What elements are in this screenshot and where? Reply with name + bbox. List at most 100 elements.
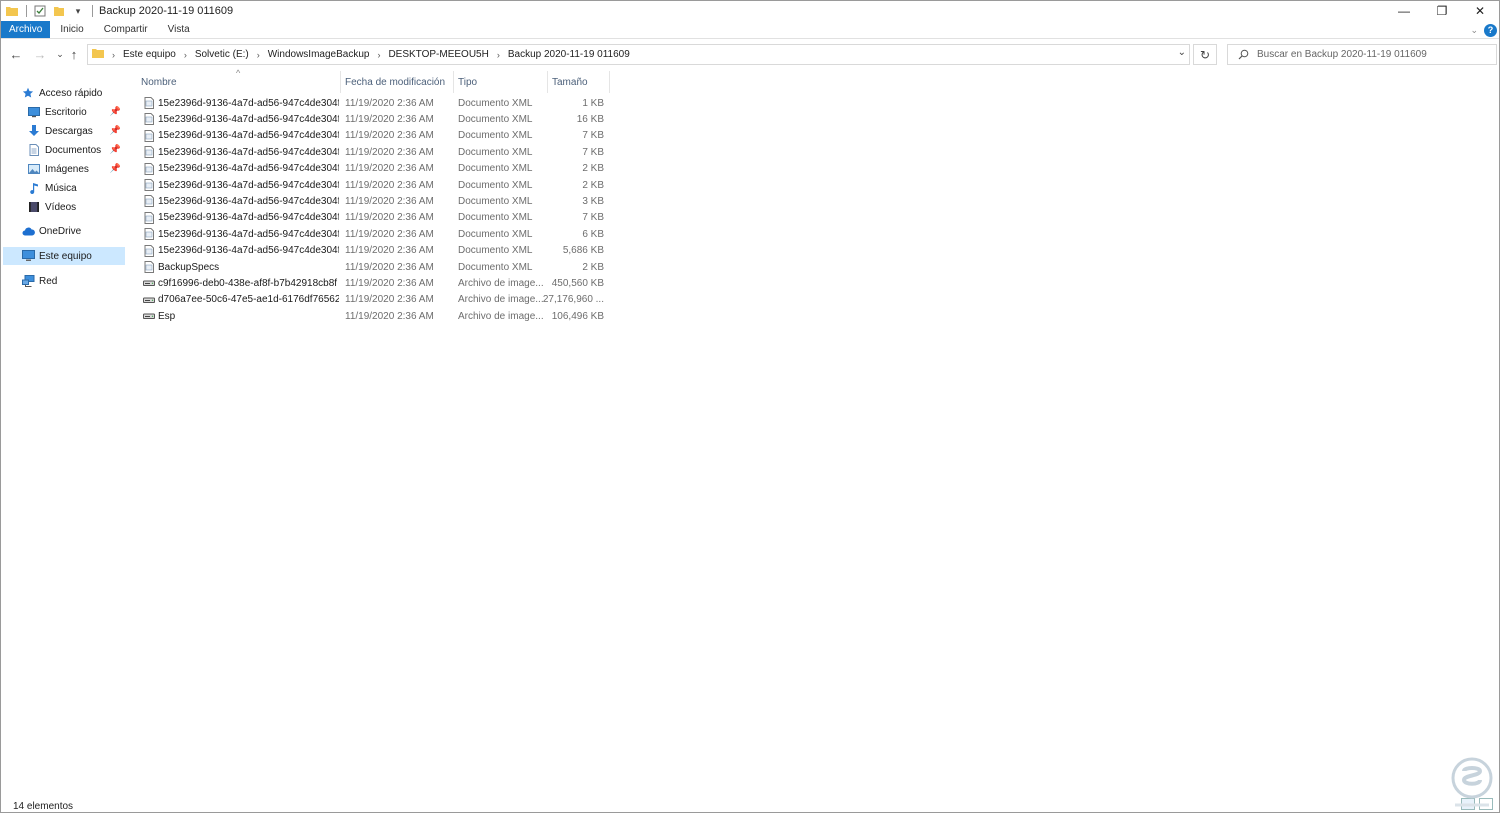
file-size: 2 KB [582,179,604,191]
file-name-cell[interactable]: Esp [143,308,339,324]
file-date: 11/19/2020 2:36 AM [345,310,434,322]
file-name-cell[interactable]: BackupSpecs [143,259,339,275]
chevron-right-icon[interactable]: › [377,50,380,60]
file-name-cell[interactable]: 15e2396d-9136-4a7d-ad56-947c4de304f7... [143,193,339,209]
breadcrumb-este-equipo[interactable]: Este equipo [123,49,176,60]
table-row[interactable]: 15e2396d-9136-4a7d-ad56-947c4de304f7... 1… [139,243,609,259]
file-name-cell[interactable]: 15e2396d-9136-4a7d-ad56-947c4de304f7... [143,177,339,193]
tab-archivo[interactable]: Archivo [1,21,51,38]
breadcrumb-windowsimagebackup[interactable]: WindowsImageBackup [268,49,370,60]
navigation-pane: Acceso rápido Escritorio 📌 Descargas 📌 D… [3,71,127,791]
sidebar-item-escritorio[interactable]: Escritorio 📌 [3,103,125,121]
table-row[interactable]: d706a7ee-50c6-47e5-ae1d-6176df765627 11/1… [139,292,609,308]
column-divider[interactable] [547,71,548,93]
column-divider[interactable] [340,71,341,93]
sidebar-item-videos[interactable]: Vídeos [3,198,125,216]
file-date: 11/19/2020 2:36 AM [345,195,434,207]
file-size: 27,176,960 ... [542,294,604,306]
file-size: 7 KB [582,146,604,158]
close-button[interactable]: ✕ [1461,1,1499,21]
ribbon-right: ⌄ ? [1470,21,1497,39]
table-row[interactable]: c9f16996-deb0-438e-af8f-b7b42918cb8f 11/1… [139,275,609,291]
customize-toolbar-icon[interactable]: ▾ [71,4,85,18]
address-bar[interactable]: › Este equipo › Solvetic (E:) › WindowsI… [87,44,1190,65]
file-name-cell[interactable]: 15e2396d-9136-4a7d-ad56-947c4de304f7... [143,210,339,226]
column-header-date[interactable]: Fecha de modificación [345,71,455,93]
expand-ribbon-icon[interactable]: ⌄ [1470,25,1478,36]
tab-vista[interactable]: Vista [158,21,200,38]
properties-icon[interactable] [33,4,47,18]
sidebar-item-red[interactable]: Red [3,272,125,290]
file-name-cell[interactable]: 15e2396d-9136-4a7d-ad56-947c4de304f7... [143,161,339,177]
new-folder-icon[interactable] [52,4,66,18]
column-header-type[interactable]: Tipo [458,71,550,93]
sidebar-item-imagenes[interactable]: Imágenes 📌 [3,160,125,178]
table-row[interactable]: 15e2396d-9136-4a7d-ad56-947c4de304f7... 1… [139,193,609,209]
file-name-cell[interactable]: 15e2396d-9136-4a7d-ad56-947c4de304f7... [143,243,339,259]
table-row[interactable]: 15e2396d-9136-4a7d-ad56-947c4de304f7... 1… [139,128,609,144]
chevron-right-icon[interactable]: › [497,50,500,60]
file-name: 15e2396d-9136-4a7d-ad56-947c4de304f7... [158,179,339,191]
table-row[interactable]: 15e2396d-9136-4a7d-ad56-947c4de304f7... 1… [139,111,609,127]
minimize-button[interactable]: — [1385,1,1423,21]
pictures-icon [27,162,41,176]
pin-icon[interactable]: 📌 [110,125,121,136]
forward-arrow-icon[interactable]: → [31,44,49,64]
tab-compartir[interactable]: Compartir [94,21,158,38]
column-header-name[interactable]: Nombre ^ [141,68,341,93]
chevron-down-icon[interactable]: ⌄ [1178,47,1186,58]
table-row[interactable]: 15e2396d-9136-4a7d-ad56-947c4de304f7... 1… [139,210,609,226]
column-divider[interactable] [609,71,610,93]
sidebar-item-acceso-rapido[interactable]: Acceso rápido [3,84,125,102]
column-header-size[interactable]: Tamaño [552,71,612,93]
file-size: 16 KB [576,113,604,125]
separator [26,5,27,17]
restore-button[interactable]: ❐ [1423,1,1461,21]
file-date: 11/19/2020 2:36 AM [345,261,434,273]
column-header-label: Tipo [458,76,478,88]
breadcrumb-solvetic[interactable]: Solvetic (E:) [195,49,249,60]
file-name-cell[interactable]: c9f16996-deb0-438e-af8f-b7b42918cb8f [143,275,339,291]
file-name-cell[interactable]: 15e2396d-9136-4a7d-ad56-947c4de304f7... [143,111,339,127]
chevron-right-icon[interactable]: › [257,50,260,60]
ribbon-tabs: Archivo Inicio Compartir Vista ⌄ ? [1,21,1499,39]
breadcrumb-desktop[interactable]: DESKTOP-MEEOU5H [388,49,488,60]
chevron-right-icon[interactable]: › [112,50,115,60]
sidebar-item-este-equipo[interactable]: Este equipo [3,247,125,265]
file-name-cell[interactable]: d706a7ee-50c6-47e5-ae1d-6176df765627 [143,292,339,308]
file-date: 11/19/2020 2:36 AM [345,97,434,109]
table-row[interactable]: 15e2396d-9136-4a7d-ad56-947c4de304f7... 1… [139,161,609,177]
table-row[interactable]: 15e2396d-9136-4a7d-ad56-947c4de304f7... 1… [139,95,609,111]
table-row[interactable]: Esp 11/19/2020 2:36 AM Archivo de image...… [139,308,609,324]
breadcrumb-backup[interactable]: Backup 2020-11-19 011609 [508,49,630,60]
xml-file-icon [143,211,155,224]
back-arrow-icon[interactable]: ← [7,44,25,64]
refresh-icon[interactable]: ↻ [1193,44,1217,65]
up-arrow-icon[interactable]: ↑ [65,44,83,64]
help-icon[interactable]: ? [1484,23,1497,37]
table-row[interactable]: 15e2396d-9136-4a7d-ad56-947c4de304f7... 1… [139,177,609,193]
file-name-cell[interactable]: 15e2396d-9136-4a7d-ad56-947c4de304f7... [143,144,339,160]
sidebar-item-documentos[interactable]: Documentos 📌 [3,141,125,159]
sidebar-item-descargas[interactable]: Descargas 📌 [3,122,125,140]
file-name-cell[interactable]: 15e2396d-9136-4a7d-ad56-947c4de304f7... [143,128,339,144]
pin-icon[interactable]: 📌 [110,163,121,174]
sidebar-item-label: Escritorio [45,106,87,118]
table-row[interactable]: 15e2396d-9136-4a7d-ad56-947c4de304f7... 1… [139,226,609,242]
search-icon [1238,49,1249,60]
sort-ascending-icon: ^ [236,68,241,78]
chevron-right-icon[interactable]: › [184,50,187,60]
sidebar-item-onedrive[interactable]: OneDrive [3,222,125,240]
file-name-cell[interactable]: 15e2396d-9136-4a7d-ad56-947c4de304f7... [143,226,339,242]
sidebar-item-label: Música [45,182,77,194]
pin-icon[interactable]: 📌 [110,106,121,117]
table-row[interactable]: 15e2396d-9136-4a7d-ad56-947c4de304f7... 1… [139,144,609,160]
tab-inicio[interactable]: Inicio [50,21,93,38]
pin-icon[interactable]: 📌 [110,144,121,155]
column-divider[interactable] [453,71,454,93]
table-row[interactable]: BackupSpecs 11/19/2020 2:36 AM Documento X… [139,259,609,275]
search-box[interactable] [1227,44,1497,65]
file-name-cell[interactable]: 15e2396d-9136-4a7d-ad56-947c4de304f7... [143,95,339,111]
sidebar-item-musica[interactable]: Música [3,179,125,197]
search-input[interactable] [1257,49,1487,60]
